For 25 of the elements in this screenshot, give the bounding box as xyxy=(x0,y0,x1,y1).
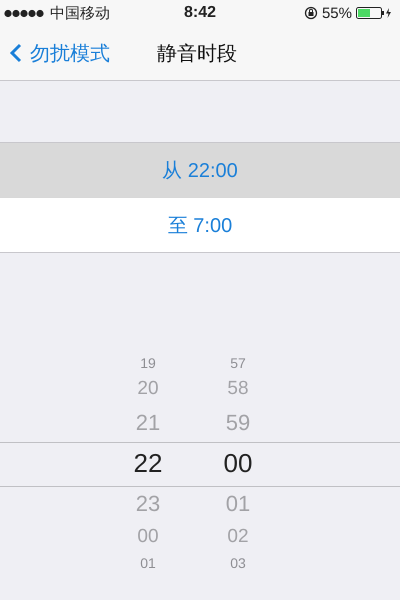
hour-option[interactable]: 20 xyxy=(137,374,159,404)
signal-icon xyxy=(4,8,46,18)
hour-option[interactable]: 01 xyxy=(140,552,156,574)
hour-option[interactable]: 19 xyxy=(140,352,156,374)
minute-option[interactable]: 02 xyxy=(227,522,249,552)
minute-option[interactable]: 57 xyxy=(230,352,246,374)
hour-option[interactable]: 21 xyxy=(136,404,160,441)
minute-option[interactable]: 01 xyxy=(226,485,250,522)
minute-option[interactable]: 59 xyxy=(226,404,250,441)
time-range-row[interactable]: 从 22:00 xyxy=(0,143,400,197)
minute-option[interactable]: 00 xyxy=(224,441,252,485)
hour-option[interactable]: 00 xyxy=(137,522,159,552)
nav-title: 静音时段 xyxy=(157,42,237,66)
battery-percent: 55% xyxy=(322,4,352,22)
back-button[interactable]: 勿扰模式 xyxy=(0,33,110,73)
battery-charging-icon xyxy=(356,7,392,19)
rotation-lock-icon xyxy=(304,6,318,20)
time-range-row[interactable]: 至 7:00 xyxy=(0,197,400,252)
chevron-left-icon xyxy=(10,43,22,63)
minute-option[interactable]: 03 xyxy=(230,552,246,574)
hour-option[interactable]: 23 xyxy=(136,485,160,522)
hour-option[interactable]: 22 xyxy=(134,441,162,485)
status-time: 8:42 xyxy=(184,4,216,22)
minute-option[interactable]: 58 xyxy=(227,374,249,404)
carrier-name: 中国移动 xyxy=(50,4,110,22)
